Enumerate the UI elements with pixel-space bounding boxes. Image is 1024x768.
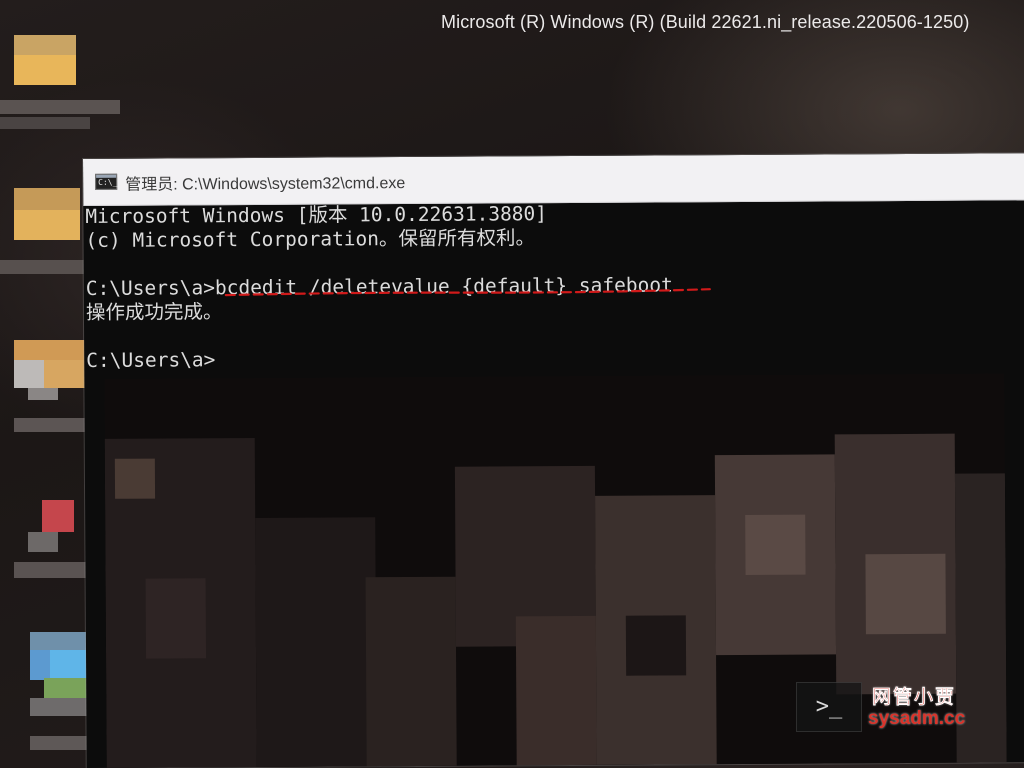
site-url: sysadm.cc: [868, 708, 966, 729]
window-title: 管理员: C:\Windows\system32\cmd.exe: [125, 175, 406, 194]
site-name: 网管小贾: [872, 686, 957, 708]
cmd-window[interactable]: C:\_ 管理员: C:\Windows\system32\cmd.exe Mi…: [83, 153, 1024, 768]
desktop: Microsoft (R) Windows (R) (Build 22621.n…: [0, 0, 1024, 768]
prompt-line: C:\Users\a>: [86, 348, 216, 372]
desktop-icon-folder-1[interactable]: [0, 5, 120, 130]
cmd-icon: C:\_: [95, 173, 117, 190]
windows-build-watermark: Microsoft (R) Windows (R) (Build 22621.n…: [441, 12, 970, 32]
terminal-icon: >_: [796, 682, 862, 732]
site-watermark: >_ 网管小贾 sysadm.cc: [796, 682, 976, 734]
title-bar[interactable]: C:\_ 管理员: C:\Windows\system32\cmd.exe: [83, 153, 1024, 206]
